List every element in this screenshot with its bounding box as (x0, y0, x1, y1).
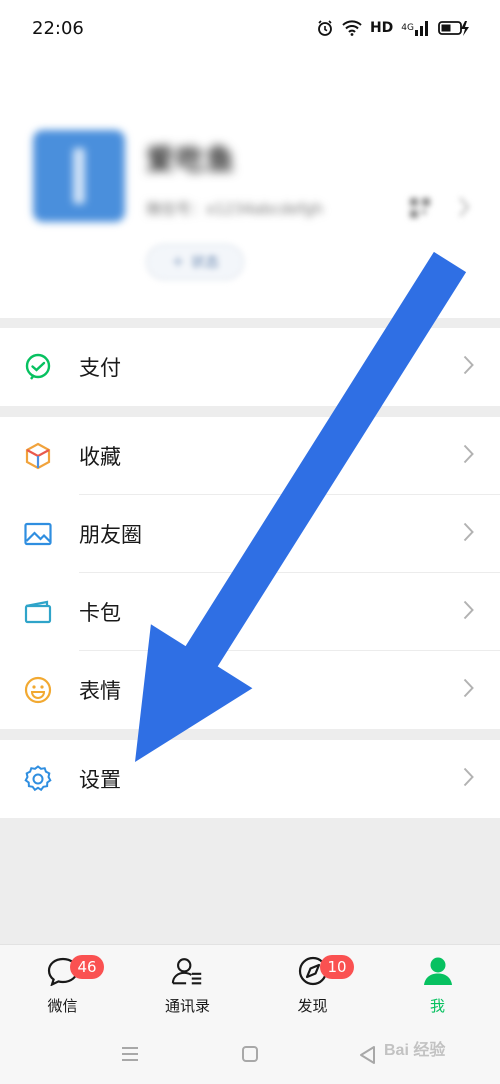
menu-item-label: 朋友圈 (79, 523, 142, 547)
profile-nickname: 爱吃鱼 (146, 143, 237, 176)
person-icon (421, 955, 455, 987)
chevron-right-icon (458, 196, 470, 222)
back-icon[interactable] (358, 1045, 376, 1069)
unread-badge: 10 (320, 955, 354, 979)
chevron-right-icon (463, 767, 474, 791)
menu-item-pay[interactable]: 支付 (0, 328, 500, 406)
tab-label: 通讯录 (164, 997, 210, 1015)
pay-icon (22, 351, 54, 383)
menu-item-stickers[interactable]: 表情 (0, 651, 500, 729)
menu-item-moments[interactable]: 朋友圈 (0, 495, 500, 573)
menu-item-card-wallet[interactable]: 卡包 (0, 573, 500, 651)
card-wallet-icon (22, 596, 54, 628)
menu-item-label: 支付 (79, 356, 121, 380)
profile-header[interactable]: 爱吃鱼 微信号：x1234abcdefgh ＋ 状态 (0, 60, 500, 318)
tab-me[interactable]: 我 (375, 945, 500, 1027)
menu-item-label: 卡包 (79, 601, 121, 625)
status-button-label: 状态 (191, 255, 219, 271)
plus-icon: ＋ (171, 255, 185, 271)
menu-item-label: 表情 (79, 679, 121, 703)
profile-wechat-id: 微信号：x1234abcdefgh (146, 200, 324, 218)
network-type: 4G (401, 22, 414, 33)
chevron-right-icon (463, 600, 474, 624)
tab-label: 微信 (47, 997, 78, 1015)
avatar[interactable] (33, 130, 125, 222)
alarm-icon (316, 19, 334, 37)
home-icon[interactable] (241, 1045, 259, 1067)
chevron-right-icon (463, 444, 474, 468)
wifi-icon (342, 20, 362, 36)
status-time: 22:06 (32, 18, 84, 39)
chevron-right-icon (463, 522, 474, 546)
menu-group-services: 收藏 朋友圈 卡包 表情 (0, 417, 500, 729)
tab-label: 我 (429, 997, 445, 1015)
menu-group-pay: 支付 (0, 328, 500, 406)
signal-icon: 4G (401, 20, 430, 36)
status-icons: HD 4G (316, 19, 472, 37)
tab-contacts[interactable]: 通讯录 (125, 945, 250, 1027)
tab-label: 发现 (297, 997, 328, 1015)
contacts-icon (171, 955, 205, 987)
sticker-icon (22, 674, 54, 706)
tab-chats[interactable]: 46 微信 (0, 945, 125, 1027)
watermark: Bai 经验 (384, 1042, 446, 1059)
menu-icon[interactable] (120, 1045, 140, 1067)
menu-item-label: 设置 (79, 768, 121, 792)
settings-icon (22, 763, 54, 795)
chevron-right-icon (463, 355, 474, 379)
battery-charging-icon (438, 20, 472, 36)
menu-group-settings: 设置 (0, 740, 500, 818)
chevron-right-icon (463, 678, 474, 702)
menu-item-settings[interactable]: 设置 (0, 740, 500, 818)
favorites-icon (22, 440, 54, 472)
status-button[interactable]: ＋ 状态 (146, 244, 244, 280)
menu-item-label: 收藏 (79, 445, 121, 469)
status-bar: 22:06 HD 4G (0, 0, 500, 60)
bottom-tab-bar: 46 微信 通讯录 10 发现 我 (0, 944, 500, 1026)
tab-discover[interactable]: 10 发现 (250, 945, 375, 1027)
qr-code-icon[interactable] (408, 196, 432, 224)
unread-badge: 46 (70, 955, 104, 979)
hd-indicator: HD (369, 20, 394, 36)
moments-icon (22, 518, 54, 550)
menu-item-favorites[interactable]: 收藏 (0, 417, 500, 495)
